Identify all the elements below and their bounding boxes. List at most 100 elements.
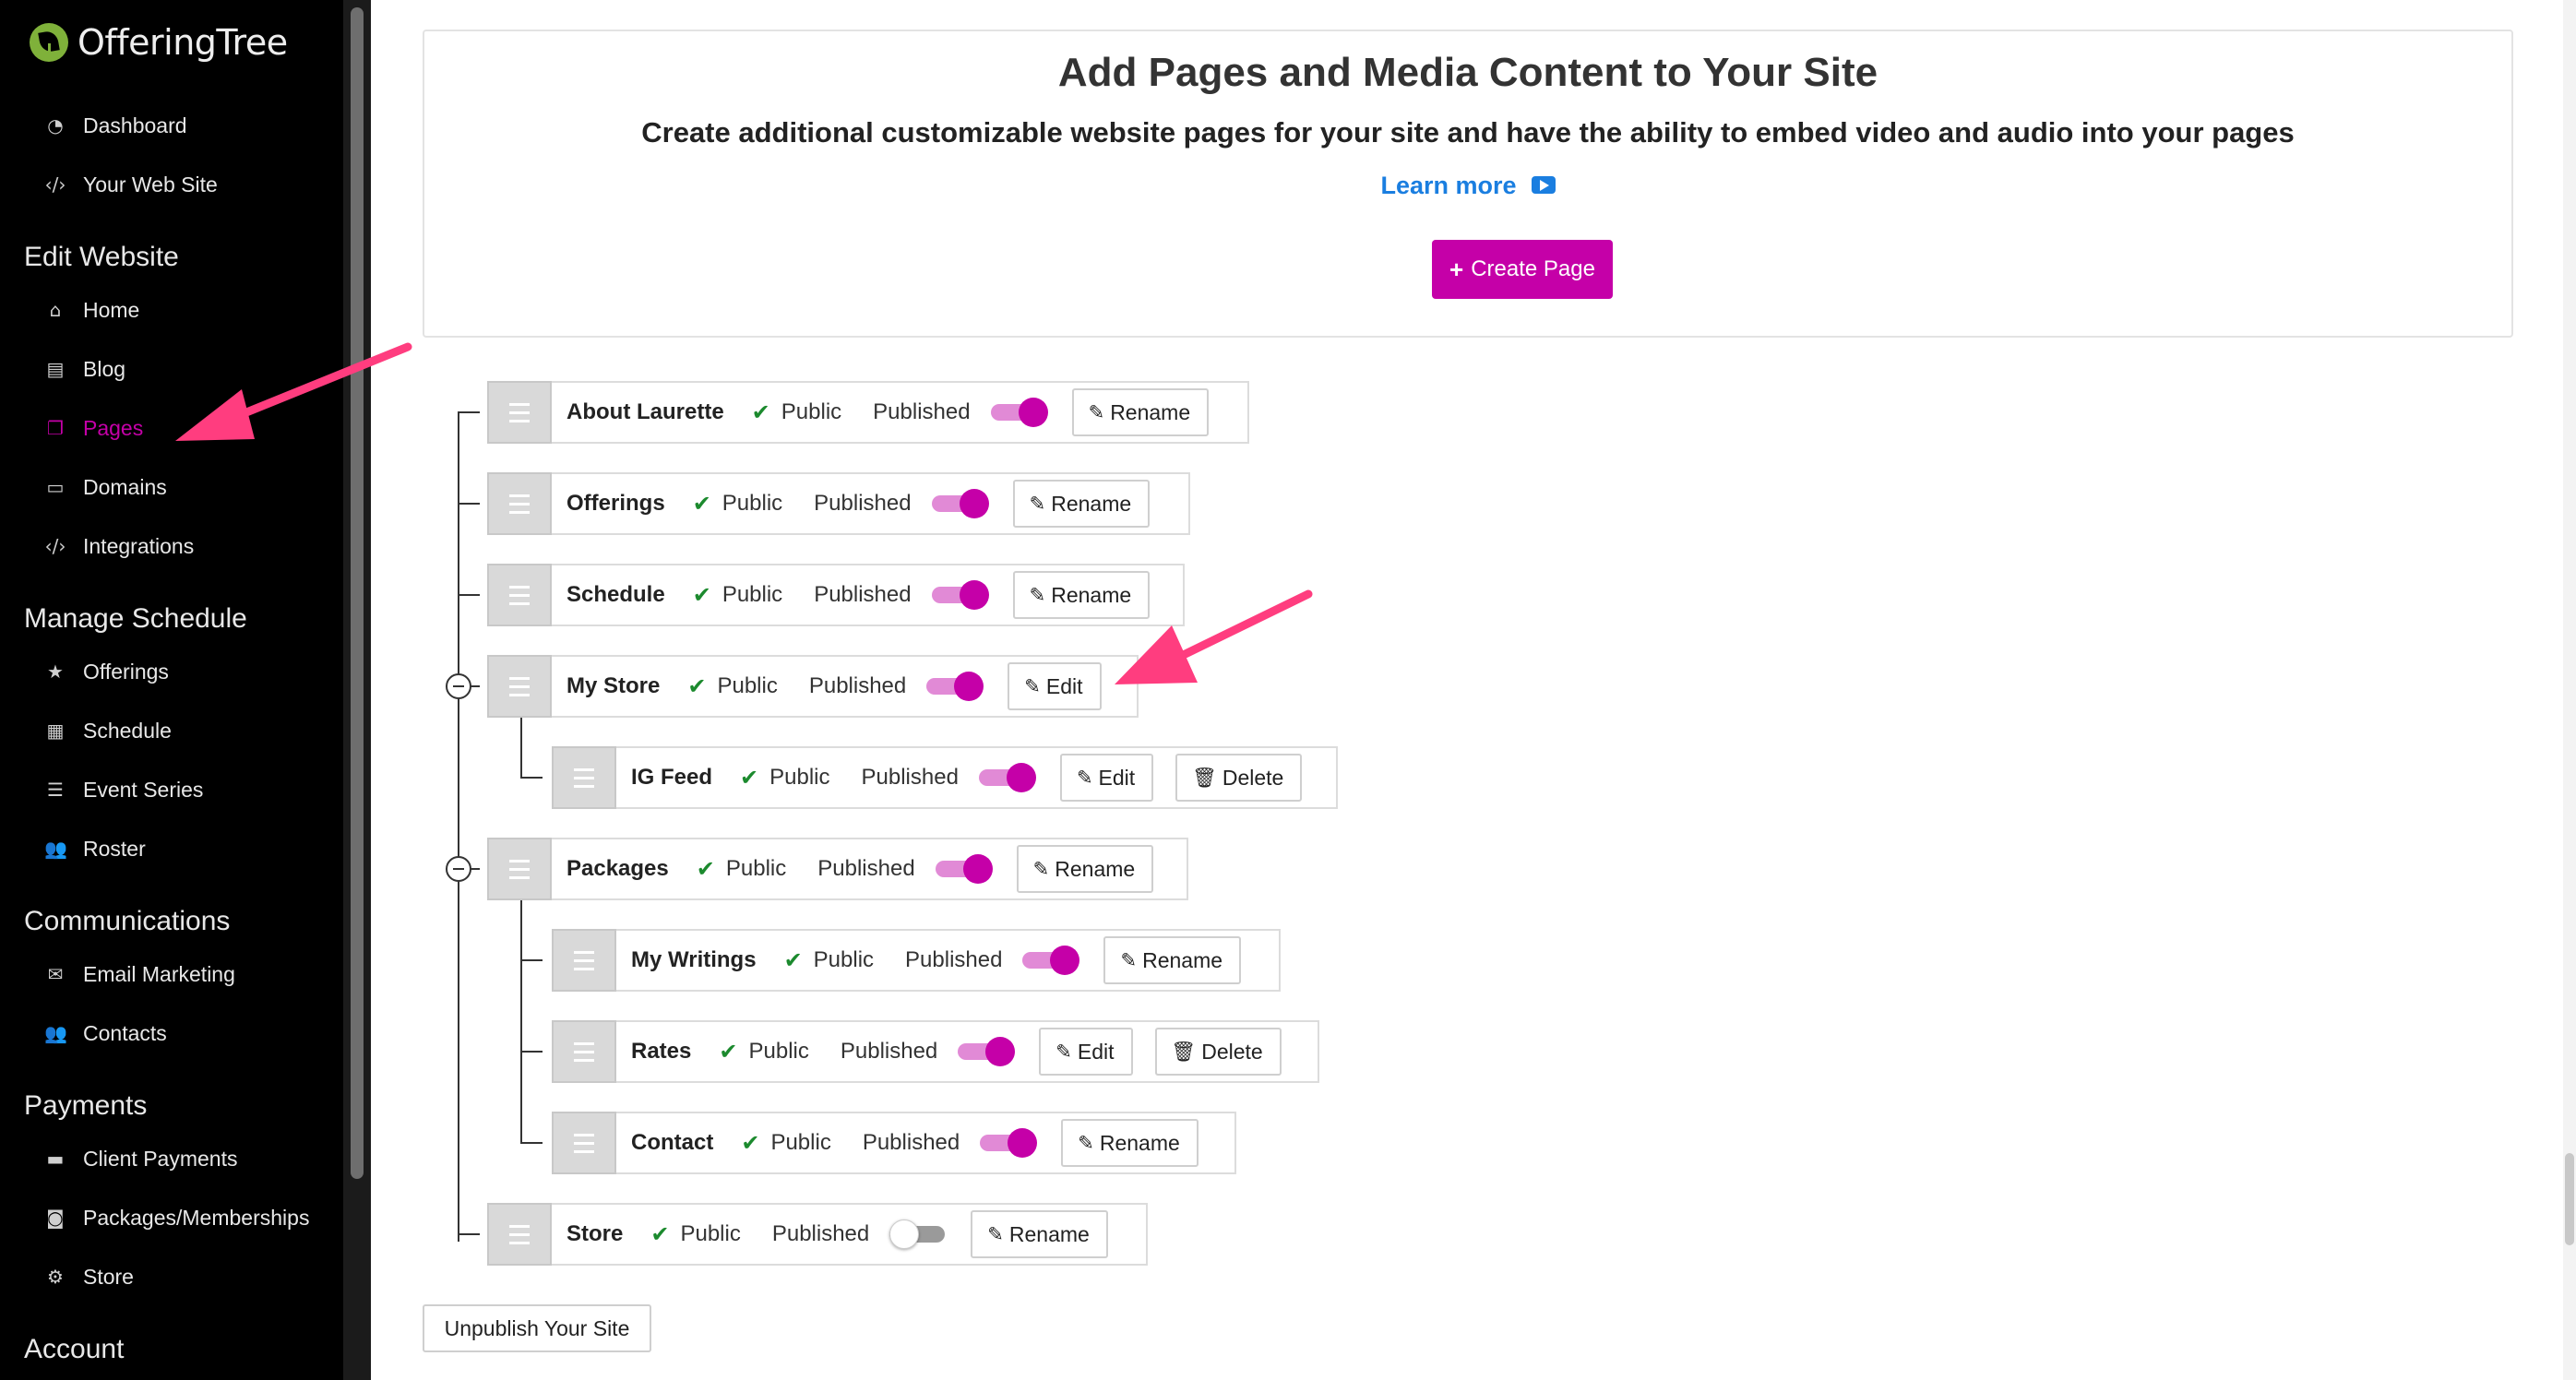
button-label: Rename — [1051, 491, 1132, 516]
sidebar-scrollbar-thumb[interactable] — [351, 7, 364, 1179]
tree-line-branch — [458, 594, 480, 596]
drag-handle-icon[interactable] — [487, 564, 552, 626]
rename-button[interactable]: ✎ Rename — [1071, 388, 1210, 436]
visibility-label: Public — [722, 491, 783, 516]
publish-toggle[interactable] — [958, 1033, 1016, 1070]
rename-button[interactable]: ✎ Rename — [1012, 480, 1151, 528]
button-label: Edit — [1045, 673, 1083, 698]
sidebar-item-event-series[interactable]: ☰ Event Series — [44, 771, 203, 808]
copy-icon: ❐ — [47, 417, 64, 439]
sidebar-scrollbar[interactable] — [343, 0, 371, 1380]
drag-handle-icon[interactable] — [552, 929, 616, 992]
list-icon: ☰ — [47, 779, 64, 801]
collapse-packages-toggle[interactable] — [446, 856, 471, 882]
sidebar-item-label: Packages/Memberships — [83, 1205, 310, 1230]
edit-button[interactable]: ✎ Edit — [1008, 662, 1102, 710]
publish-toggle[interactable] — [1022, 942, 1080, 979]
gear-icon: ⚙ — [47, 1266, 64, 1288]
brand-logo[interactable]: OfferingTree — [30, 22, 288, 63]
page-name: My Writings — [631, 947, 757, 972]
edit-button[interactable]: ✎ Edit — [1059, 754, 1154, 802]
sidebar-item-domains[interactable]: ▭ Domains — [44, 469, 167, 506]
page-name: Store — [566, 1221, 624, 1246]
sidebar-item-integrations[interactable]: ‹/› Integrations — [44, 528, 195, 565]
plus-icon: + — [1449, 255, 1464, 283]
learn-more-link[interactable]: Learn more — [424, 172, 2511, 200]
pencil-icon: ✎ — [987, 1223, 1004, 1245]
sidebar-item-label: Integrations — [83, 533, 195, 558]
publish-toggle[interactable] — [980, 1124, 1038, 1161]
sidebar-item-home[interactable]: ⌂ Home — [44, 291, 140, 328]
page-row-rates: Rates ✔ Public Published ✎ Edit 🗑 Delete — [552, 1020, 1319, 1083]
edit-button[interactable]: ✎ Edit — [1039, 1028, 1133, 1076]
sidebar-item-your-web-site[interactable]: ‹/› Your Web Site — [44, 166, 218, 203]
rename-button[interactable]: ✎ Rename — [1061, 1119, 1199, 1167]
sidebar-item-offerings[interactable]: ★ Offerings — [44, 653, 169, 690]
publish-toggle[interactable] — [926, 668, 984, 705]
newspaper-icon: ▤ — [46, 358, 65, 380]
drag-handle-icon[interactable] — [487, 838, 552, 900]
drag-handle-icon[interactable] — [487, 655, 552, 718]
drag-handle-icon[interactable] — [552, 1112, 616, 1174]
collapse-my-store-toggle[interactable] — [446, 673, 471, 699]
rename-button[interactable]: ✎ Rename — [1103, 936, 1242, 984]
visibility-label: Public — [722, 582, 783, 607]
status-label: Published — [814, 582, 912, 607]
sidebar-item-label: Client Payments — [83, 1146, 238, 1171]
sidebar-section-manage-schedule: Manage Schedule — [24, 603, 247, 634]
publish-toggle[interactable] — [990, 394, 1048, 431]
sidebar-item-label: Email Marketing — [83, 961, 235, 986]
sidebar-item-contacts[interactable]: 👥 Contacts — [44, 1015, 167, 1052]
page-row-store: Store ✔ Public Published ✎ Rename — [487, 1203, 1148, 1266]
status-label: Published — [861, 765, 959, 790]
drag-handle-icon[interactable] — [552, 746, 616, 809]
publish-toggle[interactable] — [978, 759, 1036, 796]
rename-button[interactable]: ✎ Rename — [971, 1210, 1108, 1258]
check-icon: ✔ — [692, 491, 711, 517]
code-icon: ‹/› — [44, 535, 66, 557]
rename-button[interactable]: ✎ Rename — [1012, 571, 1151, 619]
page-name: Schedule — [566, 582, 665, 607]
drag-handle-icon[interactable] — [487, 472, 552, 535]
sidebar-item-pages[interactable]: ❐ Pages — [44, 410, 143, 446]
delete-button[interactable]: 🗑 Delete — [1175, 754, 1303, 802]
sidebar-item-email-marketing[interactable]: ✉ Email Marketing — [44, 956, 235, 993]
pencil-icon: ✎ — [1088, 401, 1105, 423]
trash-icon: 🗑 — [1171, 1040, 1197, 1063]
sidebar-item-roster[interactable]: 👥 Roster — [44, 830, 146, 867]
brand-name: OfferingTree — [78, 22, 288, 63]
check-icon: ✔ — [687, 673, 707, 699]
home-icon: ⌂ — [49, 299, 62, 321]
sidebar: OfferingTree ◔ Dashboard ‹/› Your Web Si… — [0, 0, 343, 1380]
publish-toggle[interactable] — [889, 1216, 947, 1253]
tree-line-child — [520, 898, 522, 1142]
delete-button[interactable]: 🗑 Delete — [1154, 1028, 1282, 1076]
pencil-icon: ✎ — [1076, 767, 1093, 789]
publish-toggle[interactable] — [931, 485, 989, 522]
button-label: Delete — [1201, 1039, 1263, 1064]
main-scrollbar-thumb[interactable] — [2565, 1153, 2574, 1245]
page-name: Packages — [566, 856, 669, 881]
publish-toggle[interactable] — [931, 577, 989, 613]
publish-toggle[interactable] — [935, 851, 993, 887]
drag-handle-icon[interactable] — [487, 381, 552, 444]
credit-card-icon: ▬ — [46, 1148, 65, 1170]
main-scrollbar[interactable] — [2563, 0, 2576, 1380]
tree-line-branch — [458, 411, 480, 413]
sidebar-item-schedule[interactable]: ▦ Schedule — [44, 712, 172, 749]
status-label: Published — [873, 399, 971, 424]
code-icon: ‹/› — [44, 173, 66, 196]
unpublish-site-button[interactable]: Unpublish Your Site — [423, 1304, 651, 1352]
drag-handle-icon[interactable] — [552, 1020, 616, 1083]
button-label: Edit — [1077, 1039, 1115, 1064]
create-page-button[interactable]: + Create Page — [1432, 240, 1613, 299]
sidebar-item-blog[interactable]: ▤ Blog — [44, 351, 126, 387]
sidebar-item-store[interactable]: ⚙ Store — [44, 1258, 134, 1295]
trash-icon: 🗑 — [1192, 766, 1217, 789]
sidebar-item-client-payments[interactable]: ▬ Client Payments — [44, 1140, 238, 1177]
drag-handle-icon[interactable] — [487, 1203, 552, 1266]
sidebar-item-packages-memberships[interactable]: ◙ Packages/Memberships — [44, 1199, 309, 1236]
rename-button[interactable]: ✎ Rename — [1016, 845, 1154, 893]
sidebar-item-dashboard[interactable]: ◔ Dashboard — [44, 107, 187, 144]
sidebar-item-label: Dashboard — [83, 113, 187, 137]
